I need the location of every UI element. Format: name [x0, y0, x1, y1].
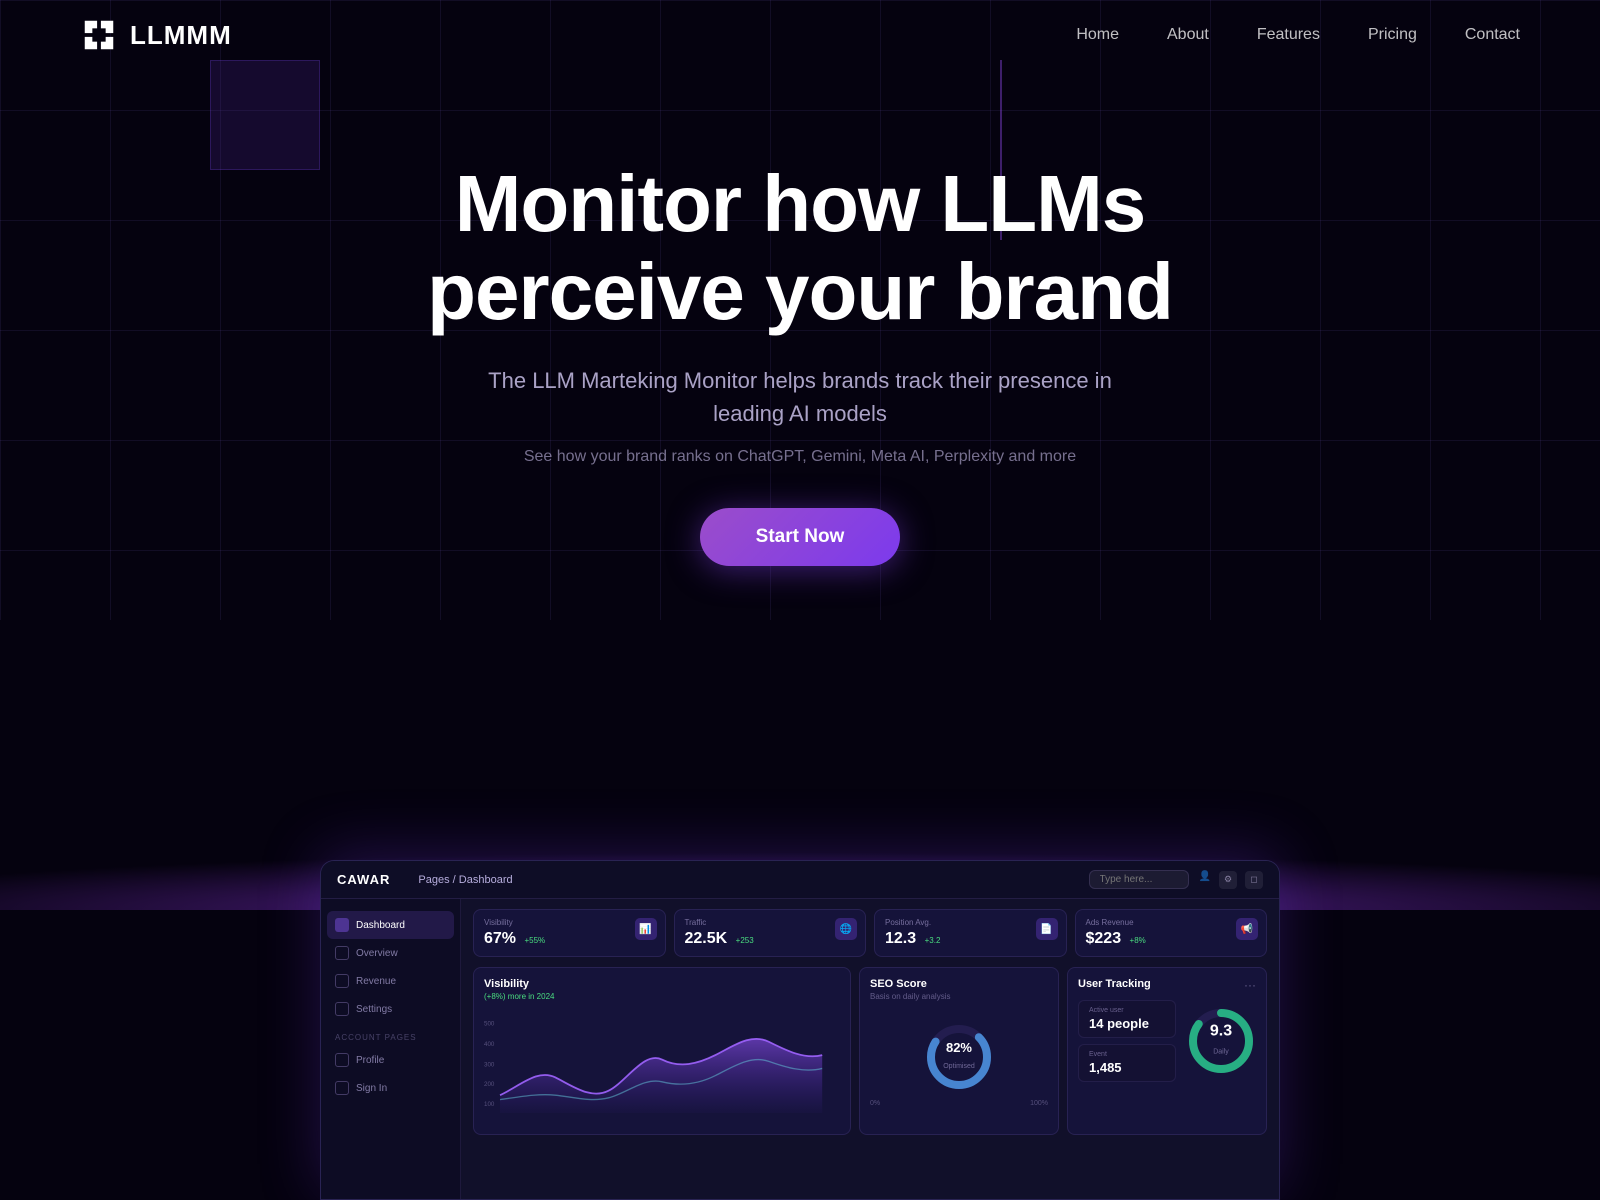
settings-icon[interactable]: ⚙: [1219, 871, 1237, 889]
visibility-icon: 📊: [635, 918, 657, 940]
visibility-area-chart: 500 400 300 200 100: [484, 1009, 840, 1119]
svg-text:500: 500: [484, 1021, 495, 1028]
svg-text:100: 100: [484, 1101, 495, 1108]
sidebar-item-profile[interactable]: Profile: [321, 1046, 460, 1074]
seo-x-axis: 0% 100%: [870, 1100, 1048, 1107]
sidebar-item-signin[interactable]: Sign In: [321, 1074, 460, 1102]
seo-donut-chart: 82% Optimised: [924, 1022, 994, 1092]
seo-score-subtitle: Basis on daily analysis: [870, 992, 1048, 1001]
nav-home[interactable]: Home: [1076, 26, 1119, 43]
navbar: LLMMM Home About Features Pricing Contac…: [0, 0, 1600, 70]
revenue-icon: [335, 974, 349, 988]
settings-sidebar-icon: [335, 1002, 349, 1016]
event-box: Event 1,485: [1078, 1044, 1176, 1082]
sidebar-item-overview[interactable]: Overview: [321, 939, 460, 967]
topbar-icons: 👤 ⚙ ◻: [1199, 871, 1263, 889]
logo-text: LLMMM: [130, 20, 232, 51]
avg-value-display: 9.3 Daily: [1210, 1022, 1232, 1058]
dashboard-topbar: CAWAR Pages / Dashboard 👤 ⚙ ◻: [321, 861, 1279, 899]
sidebar-item-dashboard[interactable]: Dashboard: [327, 911, 454, 939]
revenue-chart-icon: 📢: [1236, 918, 1258, 940]
nav-links: Home About Features Pricing Contact: [1076, 26, 1520, 44]
stat-traffic: Traffic 22.5K +253 🌐: [674, 909, 867, 957]
logo-area: LLMMM: [80, 16, 232, 54]
sidebar: Dashboard Overview Revenue Settings ACCO…: [321, 899, 461, 1199]
sidebar-section-label: ACCOUNT PAGES: [321, 1023, 460, 1046]
profile-icon: [335, 1053, 349, 1067]
nav-features[interactable]: Features: [1257, 26, 1320, 43]
user-tracking-card: User Tracking ··· Active user 14 people …: [1067, 967, 1267, 1135]
start-now-button[interactable]: Start Now: [700, 508, 901, 566]
user-tracking-body: Active user 14 people Event 1,485: [1078, 1000, 1256, 1082]
hero-subtext: The LLM Marteking Monitor helps brands t…: [480, 364, 1120, 430]
position-icon: 📄: [1036, 918, 1058, 940]
overview-icon: [335, 946, 349, 960]
stat-revenue-value: $223 +8%: [1086, 930, 1257, 948]
charts-row: Visibility (+8%) more in 2024 500 400 30…: [473, 967, 1267, 1135]
breadcrumb: Pages / Dashboard: [418, 874, 512, 886]
logo-icon: [80, 16, 118, 54]
stat-revenue: Ads Revenue $223 +8% 📢: [1075, 909, 1268, 957]
signin-icon: [335, 1081, 349, 1095]
dashboard-icon: [335, 918, 349, 932]
stat-position: Position Avg. 12.3 +3.2 📄: [874, 909, 1067, 957]
dashboard-body: Dashboard Overview Revenue Settings ACCO…: [321, 899, 1279, 1199]
active-user-box: Active user 14 people: [1078, 1000, 1176, 1038]
seo-score-title: SEO Score: [870, 978, 1048, 990]
svg-text:300: 300: [484, 1062, 495, 1069]
dashboard-logo: CAWAR: [337, 872, 390, 887]
visibility-chart-title: Visibility: [484, 978, 840, 990]
stat-traffic-value: 22.5K +253: [685, 930, 856, 948]
avg-gauge: 9.3 Daily: [1186, 1006, 1256, 1076]
traffic-icon: 🌐: [835, 918, 857, 940]
user-tracking-title: User Tracking: [1078, 978, 1151, 990]
hero-subtext2: See how your brand ranks on ChatGPT, Gem…: [0, 448, 1600, 466]
search-input[interactable]: [1089, 870, 1189, 889]
stat-visibility: Visibility 67% +55% 📊: [473, 909, 666, 957]
nav-about[interactable]: About: [1167, 26, 1209, 43]
user-stats-column: Active user 14 people Event 1,485: [1078, 1000, 1176, 1082]
hero-section: Monitor how LLMs perceive your brand The…: [0, 70, 1600, 566]
seo-score-card: SEO Score Basis on daily analysis 82% Op…: [859, 967, 1059, 1135]
hero-headline: Monitor how LLMs perceive your brand: [350, 160, 1250, 336]
user-icon: 👤: [1199, 871, 1211, 889]
stat-visibility-value: 67% +55%: [484, 930, 655, 948]
seo-percent-value: 82% Optimised: [943, 1039, 975, 1072]
visibility-chart-card: Visibility (+8%) more in 2024 500 400 30…: [473, 967, 851, 1135]
user-tracking-header: User Tracking ···: [1078, 978, 1256, 992]
sidebar-item-revenue[interactable]: Revenue: [321, 967, 460, 995]
visibility-chart-badge: (+8%) more in 2024: [484, 992, 840, 1001]
dashboard-main: Visibility 67% +55% 📊 Traffic 22.5K +253…: [461, 899, 1279, 1199]
svg-text:200: 200: [484, 1081, 495, 1088]
dashboard-preview: CAWAR Pages / Dashboard 👤 ⚙ ◻ Dashboard …: [320, 860, 1280, 1200]
sidebar-item-settings[interactable]: Settings: [321, 995, 460, 1023]
svg-text:400: 400: [484, 1041, 495, 1048]
nav-contact[interactable]: Contact: [1465, 26, 1520, 43]
stat-position-value: 12.3 +3.2: [885, 930, 1056, 948]
dots-menu-icon[interactable]: ···: [1244, 978, 1256, 992]
seo-score-display: 82% Optimised 0% 100%: [870, 1009, 1048, 1119]
nav-pricing[interactable]: Pricing: [1368, 26, 1417, 43]
stats-row: Visibility 67% +55% 📊 Traffic 22.5K +253…: [473, 909, 1267, 957]
bell-icon[interactable]: ◻: [1245, 871, 1263, 889]
